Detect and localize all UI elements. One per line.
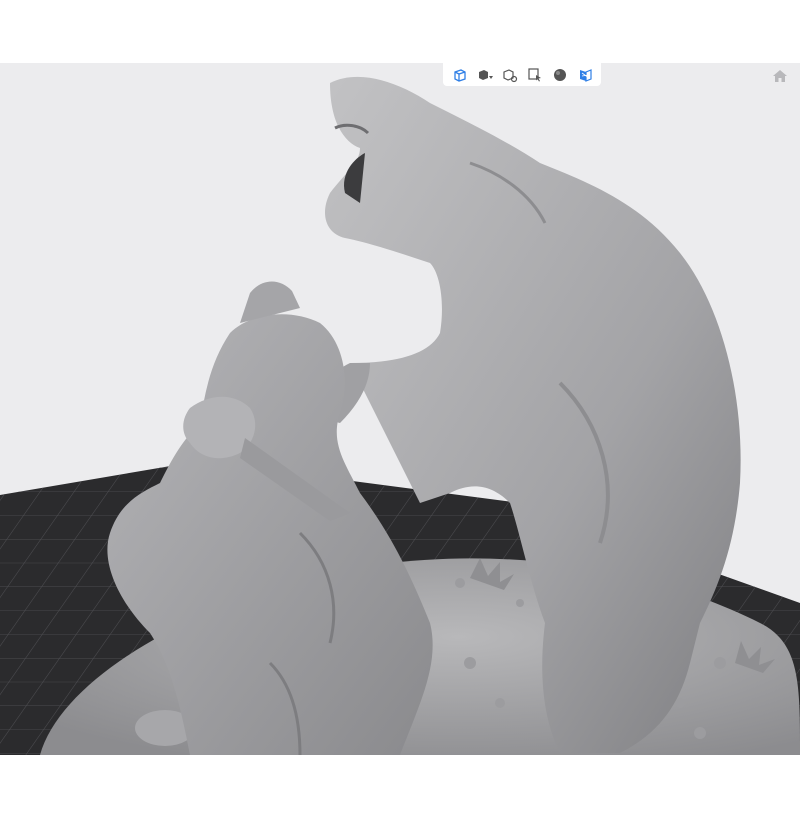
explode-view-button[interactable] bbox=[500, 65, 520, 85]
material-sphere-button[interactable] bbox=[550, 65, 570, 85]
view-cube-button[interactable] bbox=[450, 65, 470, 85]
viewer-toolbar bbox=[443, 63, 601, 86]
select-mode-icon bbox=[527, 67, 541, 81]
select-mode-button[interactable] bbox=[525, 65, 545, 85]
explode-view-icon bbox=[502, 68, 517, 82]
view-preset-dropdown-icon bbox=[478, 69, 493, 80]
home-view-button[interactable] bbox=[770, 66, 790, 86]
home-icon bbox=[773, 70, 787, 82]
3d-viewport[interactable] bbox=[0, 63, 800, 755]
section-plane-icon bbox=[579, 68, 592, 82]
view-preset-dropdown[interactable] bbox=[475, 65, 495, 85]
view-cube-icon bbox=[453, 68, 466, 82]
section-plane-button[interactable] bbox=[575, 65, 595, 85]
viewer-page bbox=[0, 0, 800, 820]
model-scene[interactable] bbox=[0, 63, 800, 755]
material-sphere-icon bbox=[553, 68, 566, 81]
